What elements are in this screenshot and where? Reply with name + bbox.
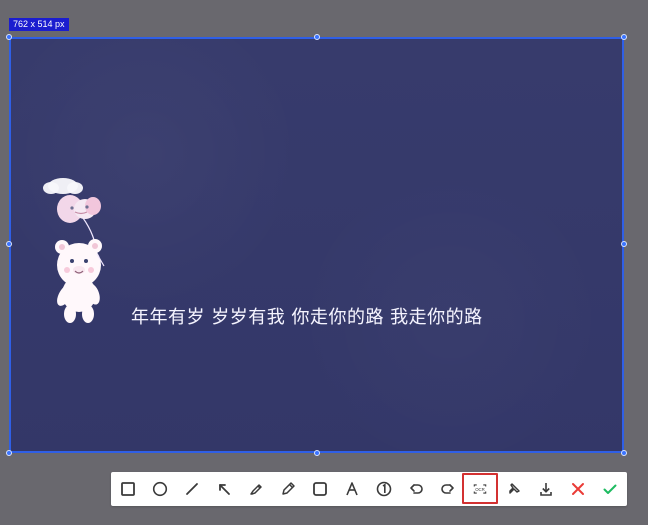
pin-tool[interactable]: [502, 478, 526, 500]
selection-handle-top-center[interactable]: [314, 34, 320, 40]
screenshot-toolbar: OCR: [111, 472, 627, 506]
mosaic-tool[interactable]: [308, 478, 332, 500]
marker-icon: [250, 484, 262, 495]
circle-outline-icon: [152, 481, 168, 497]
redo-tool[interactable]: [436, 478, 460, 500]
line-icon: [186, 483, 198, 495]
selection-handle-top-left[interactable]: [6, 34, 12, 40]
rounded-square-icon: [313, 482, 327, 496]
svg-text:OCR: OCR: [475, 486, 485, 491]
close-icon: [572, 483, 584, 495]
selection-handle-middle-left[interactable]: [6, 241, 12, 247]
selection-handle-top-right[interactable]: [621, 34, 627, 40]
undo-tool[interactable]: [404, 478, 428, 500]
download-tool[interactable]: [534, 478, 558, 500]
arrow-tool[interactable]: [212, 478, 236, 500]
ellipse-tool[interactable]: [148, 478, 172, 500]
selection-handle-bottom-left[interactable]: [6, 450, 12, 456]
text-tool[interactable]: [340, 478, 364, 500]
poster-caption: 年年有岁 岁岁有我 你走你的路 我走你的路: [131, 307, 483, 328]
download-icon: [540, 483, 552, 496]
selection-handle-bottom-right[interactable]: [621, 450, 627, 456]
selection-size-label: 762 x 514 px: [9, 18, 69, 31]
redo-icon: [441, 484, 454, 494]
numbered-circle-icon: [376, 481, 392, 497]
pencil-tool[interactable]: [276, 478, 300, 500]
text-icon: [346, 482, 358, 496]
selection-handle-middle-right[interactable]: [621, 241, 627, 247]
pin-icon: [509, 483, 520, 494]
marker-tool[interactable]: [244, 478, 268, 500]
ocr-tool[interactable]: OCR: [462, 473, 498, 504]
bear-icon: [55, 239, 105, 323]
arrow-up-left-icon: [219, 484, 230, 495]
number-tool[interactable]: [372, 478, 396, 500]
cancel-tool[interactable]: [566, 478, 590, 500]
rectangle-tool[interactable]: [116, 478, 140, 500]
square-outline-icon: [121, 482, 135, 496]
pencil-icon: [282, 482, 295, 495]
check-icon: [603, 484, 617, 494]
undo-icon: [410, 484, 423, 494]
bear-balloon-illustration: [43, 178, 105, 323]
selection-handle-bottom-center[interactable]: [314, 450, 320, 456]
confirm-tool[interactable]: [598, 478, 622, 500]
capture-selection[interactable]: 年年有岁 岁岁有我 你走你的路 我走你的路: [9, 37, 624, 453]
line-tool[interactable]: [180, 478, 204, 500]
ocr-icon: OCR: [473, 483, 487, 494]
